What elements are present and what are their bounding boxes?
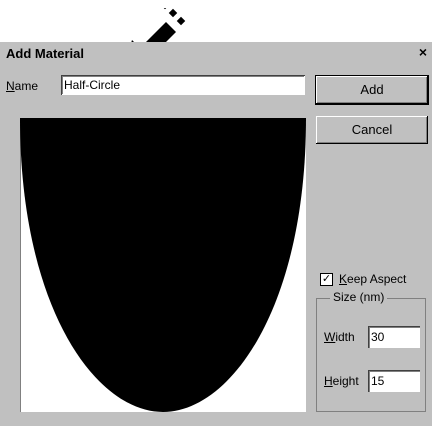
name-label: Name <box>6 79 39 93</box>
size-group-label: Size (nm) <box>330 290 388 304</box>
material-preview <box>20 118 306 412</box>
size-groupbox <box>316 298 426 412</box>
height-field[interactable] <box>368 370 420 392</box>
width-label: Width <box>324 330 355 344</box>
name-input[interactable] <box>61 75 305 95</box>
height-label: Height <box>324 374 359 388</box>
half-circle-shape <box>20 118 306 412</box>
keep-aspect-label: Keep Aspect <box>339 272 407 286</box>
keep-aspect-checkbox[interactable]: ✓ <box>320 272 333 286</box>
cancel-button[interactable]: Cancel <box>316 116 428 144</box>
width-field[interactable] <box>368 326 420 348</box>
add-material-dialog: Add Material × Name Add Cancel ✓ Keep As… <box>0 42 432 426</box>
window-title: Add Material <box>6 46 85 61</box>
close-icon[interactable]: × <box>416 44 430 60</box>
title-bar: Add Material × <box>0 42 432 66</box>
add-button[interactable]: Add <box>316 76 428 104</box>
keep-aspect-option[interactable]: ✓ Keep Aspect <box>320 272 406 286</box>
